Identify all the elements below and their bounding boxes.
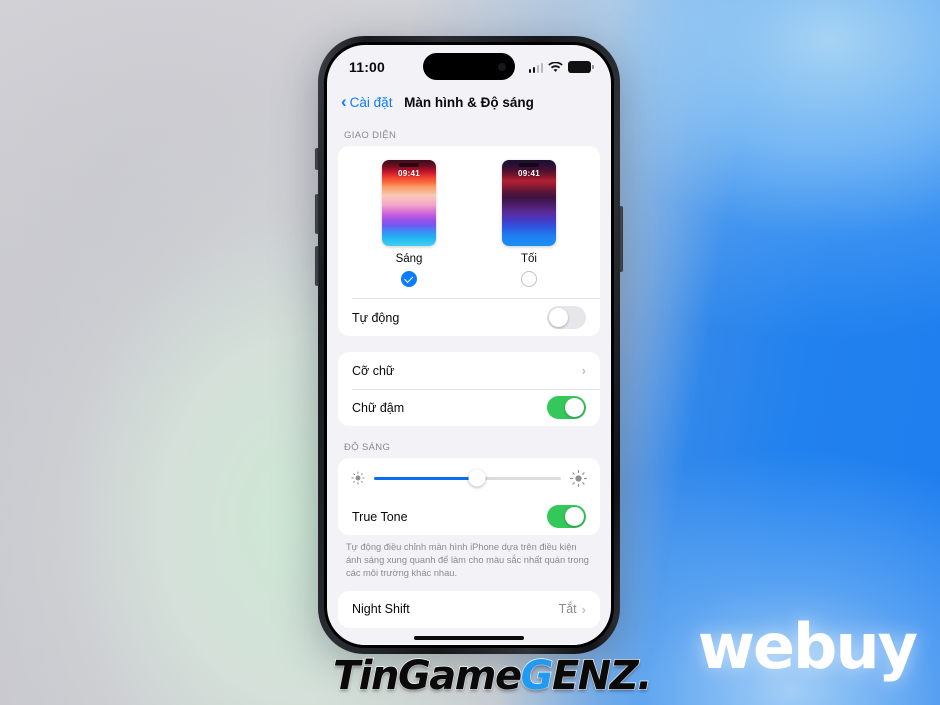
silent-switch-button[interactable] <box>315 148 319 170</box>
preview-notch-icon <box>399 162 419 167</box>
row-auto-appearance[interactable]: Tự động <box>338 299 600 336</box>
brightness-card: True Tone <box>338 458 600 535</box>
dark-wallpaper-preview: 09:41 <box>502 160 556 246</box>
home-indicator[interactable] <box>414 636 524 640</box>
tingamegenz-g: G <box>520 652 554 700</box>
volume-down-button[interactable] <box>315 246 319 286</box>
settings-content[interactable]: GIAO DIỆN 09:41 Sáng 09:41 Tối Tự động C… <box>327 119 611 645</box>
row-bold-text[interactable]: Chữ đậm <box>338 389 600 426</box>
toggle-knob <box>564 397 585 418</box>
webuy-watermark: webuy <box>697 610 918 683</box>
toggle-bold-text[interactable] <box>547 396 586 419</box>
phone-screen: 11:00 ‹ Cài đặt Màn hình & Độ sáng GIAO … <box>327 45 611 645</box>
chevron-right-icon: › <box>581 601 586 617</box>
row-auto-appearance-label: Tự động <box>352 310 400 325</box>
iphone-device: 11:00 ‹ Cài đặt Màn hình & Độ sáng GIAO … <box>315 36 623 654</box>
status-bar: 11:00 <box>327 45 611 85</box>
dark-preview-time: 09:41 <box>518 169 540 178</box>
preview-notch-icon <box>519 162 539 167</box>
navigation-bar: ‹ Cài đặt Màn hình & Độ sáng <box>327 85 611 119</box>
row-auto-lock[interactable]: Tự động khóa 30 giây › <box>338 644 600 645</box>
row-night-shift-value: Tắt <box>558 602 577 617</box>
status-bar-indicators <box>528 57 594 73</box>
light-wallpaper-preview: 09:41 <box>382 160 436 246</box>
row-bold-text-label: Chữ đậm <box>352 400 405 415</box>
dynamic-island <box>423 53 515 80</box>
row-true-tone[interactable]: True Tone <box>338 498 600 535</box>
text-settings-card: Cỡ chữ › Chữ đậm <box>338 352 600 426</box>
toggle-knob <box>564 506 585 527</box>
night-shift-card: Night Shift Tắt › <box>338 590 600 628</box>
tingamegenz-suffix: ENZ. <box>551 652 653 700</box>
battery-icon <box>568 61 594 73</box>
phone-bezel: 11:00 ‹ Cài đặt Màn hình & Độ sáng GIAO … <box>324 42 614 648</box>
chevron-left-icon: ‹ <box>341 92 347 111</box>
status-bar-clock: 11:00 <box>349 59 386 75</box>
appearance-card: 09:41 Sáng 09:41 Tối Tự động <box>338 146 600 336</box>
true-tone-description: Tự động điều chỉnh màn hình iPhone dựa t… <box>346 542 589 579</box>
phone-frame: 11:00 ‹ Cài đặt Màn hình & Độ sáng GIAO … <box>315 36 623 654</box>
tingamegenz-watermark: TinGameGENZ. <box>332 652 653 700</box>
toggle-true-tone[interactable] <box>547 505 586 528</box>
section-header-brightness: ĐỘ SÁNG <box>344 442 391 453</box>
appearance-option-light[interactable]: 09:41 Sáng <box>378 160 440 287</box>
back-button-label: Cài đặt <box>349 94 393 110</box>
row-text-size-accessory: › <box>582 364 586 377</box>
volume-up-button[interactable] <box>315 194 319 234</box>
radio-dark-unchecked-icon[interactable] <box>521 271 537 287</box>
row-text-size-label: Cỡ chữ <box>352 363 395 378</box>
appearance-picker[interactable]: 09:41 Sáng 09:41 Tối <box>338 146 600 298</box>
appearance-option-light-label: Sáng <box>395 253 423 265</box>
row-text-size[interactable]: Cỡ chữ › <box>338 352 600 389</box>
brightness-low-icon <box>351 471 365 485</box>
toggle-knob <box>548 307 569 328</box>
brightness-slider-fill <box>374 476 477 480</box>
radio-light-checked-icon[interactable] <box>401 271 417 287</box>
brightness-slider-track[interactable] <box>374 469 561 487</box>
auto-lock-card: Tự động khóa 30 giây › <box>338 643 600 645</box>
row-night-shift-label: Night Shift <box>352 602 410 617</box>
back-button[interactable]: ‹ Cài đặt <box>341 92 393 111</box>
tingamegenz-prefix: TinGame <box>332 652 523 700</box>
row-night-shift[interactable]: Night Shift Tắt › <box>338 591 600 628</box>
appearance-option-dark[interactable]: 09:41 Tối <box>498 160 560 287</box>
cellular-bars-icon <box>528 62 543 73</box>
wifi-icon <box>548 61 563 73</box>
power-button[interactable] <box>619 206 623 272</box>
row-true-tone-label: True Tone <box>352 509 408 524</box>
section-header-appearance: GIAO DIỆN <box>344 130 397 141</box>
chevron-right-icon: › <box>581 363 586 378</box>
front-camera-icon <box>498 62 506 71</box>
row-night-shift-accessory: Tắt › <box>559 602 586 616</box>
brightness-slider-knob[interactable] <box>468 469 486 487</box>
brightness-high-icon <box>570 469 587 487</box>
page-title: Màn hình & Độ sáng <box>404 94 534 110</box>
brightness-slider-row[interactable] <box>338 458 600 498</box>
appearance-option-dark-label: Tối <box>521 253 537 265</box>
light-preview-time: 09:41 <box>398 169 420 178</box>
toggle-auto-appearance[interactable] <box>547 306 586 329</box>
screenshot-stage: 11:00 ‹ Cài đặt Màn hình & Độ sáng GIAO … <box>0 0 940 705</box>
